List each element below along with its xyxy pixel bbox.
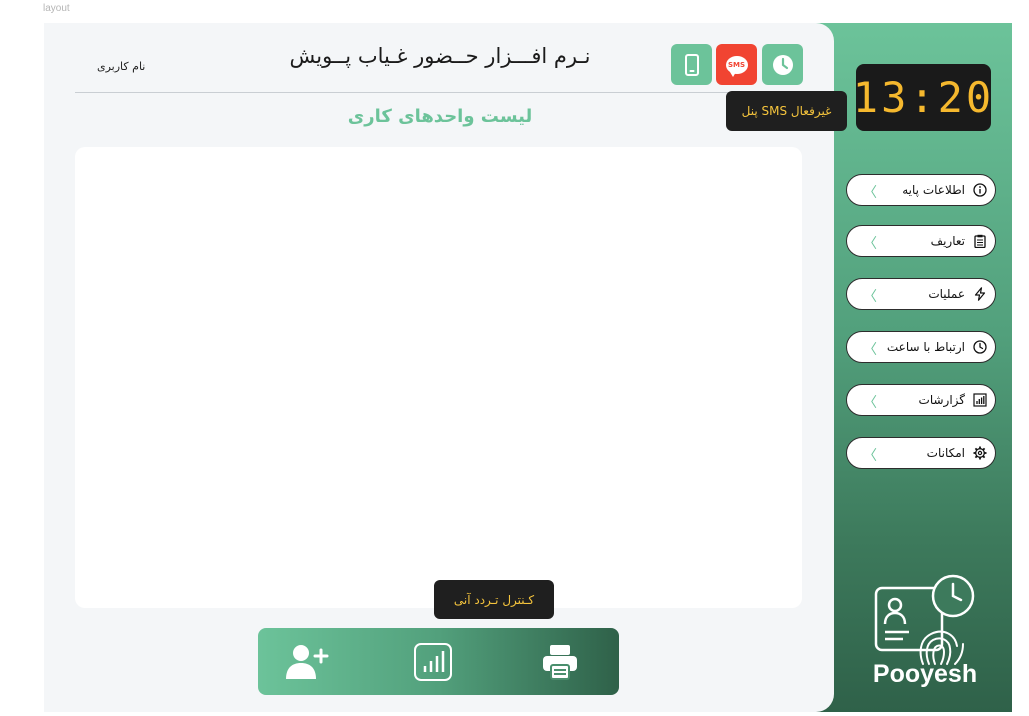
sidebar-item-label: گزارشات [918,393,965,407]
gear-icon [973,446,987,460]
chevron-left-icon: 〈 [863,289,877,305]
work-units-list [75,147,802,608]
pooyesh-logo-icon [874,574,975,665]
sidebar-item-label: تعاریف [930,234,965,248]
control-tooltip: کـنترل تـردد آنی [434,580,554,619]
sms-panel-tooltip: پنل SMS غیرفعال [726,91,847,131]
chevron-left-icon: 〈 [863,448,877,464]
section-title: لیست واحدهای کاری [347,106,533,127]
info-icon [973,183,987,197]
chevron-left-icon: 〈 [863,185,877,201]
lightning-icon [974,287,986,301]
printer-icon [543,645,577,680]
sidebar-item-basic-info[interactable]: 〈 اطلاعات پایه [846,174,996,206]
clock-icon [772,54,793,75]
username-label[interactable]: نام کاربری [97,60,145,73]
sidebar-item-label: ارتباط با ساعت [886,340,965,354]
sidebar-item-reports[interactable]: 〈 گزارشات [846,384,996,416]
bar-chart-icon [414,643,452,681]
chevron-left-icon: 〈 [863,342,877,358]
chevron-left-icon: 〈 [863,395,877,411]
frame-label: layout [43,3,70,14]
app-title: نـرم افـــزار حــضور غـیاب پــویش [289,44,591,68]
sidebar-item-features[interactable]: 〈 امکانات [846,437,996,469]
digital-clock: 13:20 [853,64,991,131]
bottom-action-bar [258,628,619,695]
report-button[interactable] [411,640,455,684]
add-user-button[interactable] [285,640,329,684]
header-divider [75,92,802,93]
mobile-icon [684,53,699,76]
brand-name: Pooyesh [872,660,978,688]
add-user-icon [286,645,329,679]
sidebar-item-label: امکانات [926,446,965,460]
mobile-button[interactable] [671,44,712,85]
sidebar-item-definitions[interactable]: 〈 تعاریف [846,225,996,257]
clock-button[interactable] [762,44,803,85]
clipboard-icon [974,234,986,248]
sidebar-item-label: اطلاعات پایه [902,183,965,197]
sms-icon: SMS [725,55,748,77]
sidebar-item-label: عملیات [928,287,965,301]
print-button[interactable] [538,640,582,684]
sidebar-item-clock-connection[interactable]: 〈 ارتباط با ساعت [846,331,996,363]
sidebar-item-operations[interactable]: 〈 عملیات [846,278,996,310]
clock-icon [973,340,987,354]
chevron-left-icon: 〈 [863,236,877,252]
report-icon [973,393,987,407]
sms-panel-button[interactable]: SMS [716,44,757,85]
